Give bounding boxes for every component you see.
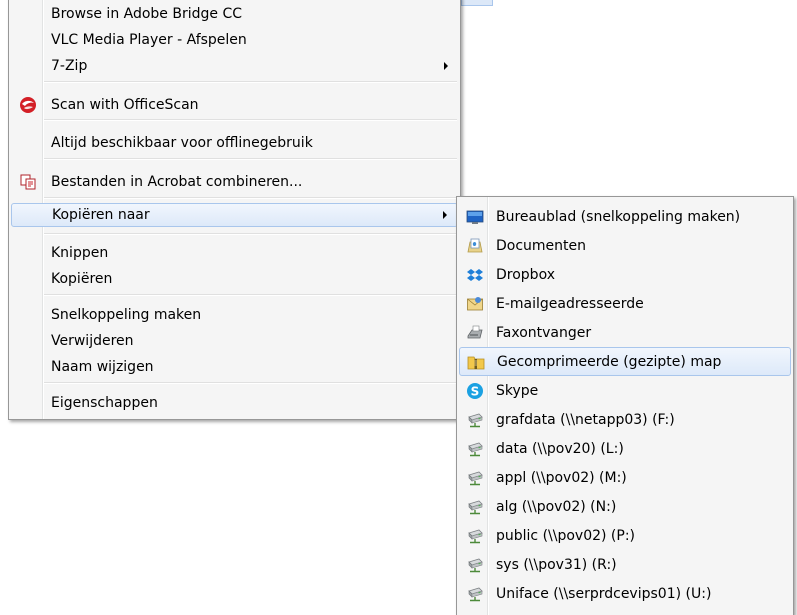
submenu-arrow-icon bbox=[443, 211, 447, 219]
submenu-arrow-icon bbox=[444, 61, 448, 70]
submenu-item-drive-r[interactable]: sys (\\pov31) (R:) bbox=[459, 550, 791, 579]
submenu-item-fax[interactable]: Faxontvanger bbox=[459, 318, 791, 347]
menu-separator bbox=[44, 158, 457, 160]
menu-item-delete[interactable]: Verwijderen bbox=[11, 329, 458, 352]
menu-item-label: Naam wijzigen bbox=[51, 358, 154, 375]
menu-item-label: Browse in Adobe Bridge CC bbox=[51, 5, 243, 22]
svg-text:S: S bbox=[471, 384, 480, 398]
network-drive-icon bbox=[466, 527, 484, 545]
submenu-item-zip-folder[interactable]: Gecomprimeerde (gezipte) map bbox=[459, 347, 791, 376]
fax-icon bbox=[466, 324, 484, 342]
network-drive-icon bbox=[466, 469, 484, 487]
submenu-item-label: E-mailgeadresseerde bbox=[496, 295, 644, 312]
skype-icon: S bbox=[466, 382, 484, 400]
menu-item-offline-availability[interactable]: Altijd beschikbaar voor offlinegebruik bbox=[11, 131, 458, 154]
menu-item-label: Eigenschappen bbox=[51, 394, 158, 411]
acrobat-combine-icon bbox=[19, 173, 37, 191]
submenu-item-drive-l[interactable]: data (\\pov20) (L:) bbox=[459, 434, 791, 463]
submenu-item-label: Gecomprimeerde (gezipte) map bbox=[497, 353, 722, 370]
context-menu: Browse in Adobe Bridge CC VLC Media Play… bbox=[8, 0, 461, 420]
submenu-item-drive-m[interactable]: appl (\\pov02) (M:) bbox=[459, 463, 791, 492]
submenu-item-drive-p[interactable]: public (\\pov02) (P:) bbox=[459, 521, 791, 550]
submenu-item-label: Uniface (\\serprdcevips01) (U:) bbox=[496, 585, 712, 602]
submenu-item-label: grafdata (\\netapp03) (F:) bbox=[496, 411, 675, 428]
officescan-icon bbox=[19, 96, 37, 114]
copy-to-submenu: Bureaublad (snelkoppeling maken) Documen… bbox=[456, 196, 794, 615]
desktop-icon bbox=[466, 208, 484, 226]
menu-item-browse-adobe-bridge[interactable]: Browse in Adobe Bridge CC bbox=[11, 2, 458, 25]
submenu-item-label: Bureaublad (snelkoppeling maken) bbox=[496, 208, 741, 225]
submenu-item-label: Documenten bbox=[496, 237, 587, 254]
submenu-item-skype[interactable]: S Skype bbox=[459, 376, 791, 405]
menu-item-label: VLC Media Player - Afspelen bbox=[51, 31, 247, 48]
network-drive-icon bbox=[466, 498, 484, 516]
submenu-item-label: Skype bbox=[496, 382, 539, 399]
menu-item-label: Kopiëren naar bbox=[52, 207, 150, 223]
menu-separator bbox=[44, 382, 457, 384]
menu-separator bbox=[44, 294, 457, 296]
menu-item-acrobat-combine[interactable]: Bestanden in Acrobat combineren... bbox=[11, 170, 458, 193]
menu-item-label: Bestanden in Acrobat combineren... bbox=[51, 173, 303, 190]
submenu-item-drive-u[interactable]: Uniface (\\serprdcevips01) (U:) bbox=[459, 579, 791, 608]
menu-item-cut[interactable]: Knippen bbox=[11, 241, 458, 264]
menu-item-copy[interactable]: Kopiëren bbox=[11, 267, 458, 290]
submenu-item-label: appl (\\pov02) (M:) bbox=[496, 469, 627, 486]
menu-item-label: Knippen bbox=[51, 244, 109, 261]
network-drive-icon bbox=[466, 556, 484, 574]
network-drive-icon bbox=[466, 411, 484, 429]
submenu-item-label: alg (\\pov02) (N:) bbox=[496, 498, 617, 515]
menu-item-vlc-play[interactable]: VLC Media Player - Afspelen bbox=[11, 28, 458, 51]
menu-separator bbox=[44, 81, 457, 83]
network-drive-icon bbox=[466, 585, 484, 603]
menu-item-label: 7-Zip bbox=[51, 57, 88, 74]
submenu-item-label: sys (\\pov31) (R:) bbox=[496, 556, 617, 573]
submenu-item-documents[interactable]: Documenten bbox=[459, 231, 791, 260]
submenu-item-dropbox[interactable]: Dropbox bbox=[459, 260, 791, 289]
network-drive-icon bbox=[466, 440, 484, 458]
menu-item-create-shortcut[interactable]: Snelkoppeling maken bbox=[11, 303, 458, 326]
menu-item-scan-officescan[interactable]: Scan with OfficeScan bbox=[11, 93, 458, 116]
documents-icon bbox=[466, 237, 484, 255]
screen: Browse in Adobe Bridge CC VLC Media Play… bbox=[0, 0, 797, 615]
zip-folder-icon bbox=[467, 353, 485, 371]
menu-separator bbox=[44, 197, 457, 199]
menu-item-copy-to[interactable]: Kopiëren naar bbox=[11, 203, 458, 227]
mail-recipient-icon bbox=[466, 295, 484, 313]
menu-item-label: Kopiëren bbox=[51, 270, 113, 287]
submenu-item-label: Faxontvanger bbox=[496, 324, 592, 341]
selected-file-highlight bbox=[461, 0, 493, 6]
menu-item-7zip[interactable]: 7-Zip bbox=[11, 54, 458, 77]
submenu-item-label: data (\\pov20) (L:) bbox=[496, 440, 624, 457]
submenu-item-drive-n[interactable]: alg (\\pov02) (N:) bbox=[459, 492, 791, 521]
menu-item-label: Snelkoppeling maken bbox=[51, 306, 202, 323]
menu-separator bbox=[44, 233, 457, 235]
submenu-item-mail-recipient[interactable]: E-mailgeadresseerde bbox=[459, 289, 791, 318]
menu-item-label: Scan with OfficeScan bbox=[51, 96, 199, 113]
menu-item-label: Verwijderen bbox=[51, 332, 134, 349]
menu-item-properties[interactable]: Eigenschappen bbox=[11, 391, 458, 414]
submenu-item-label: Dropbox bbox=[496, 266, 555, 283]
submenu-item-desktop[interactable]: Bureaublad (snelkoppeling maken) bbox=[459, 202, 791, 231]
submenu-item-label: public (\\pov02) (P:) bbox=[496, 527, 636, 544]
menu-item-rename[interactable]: Naam wijzigen bbox=[11, 355, 458, 378]
dropbox-icon bbox=[466, 266, 484, 284]
menu-separator bbox=[44, 119, 457, 121]
menu-item-label: Altijd beschikbaar voor offlinegebruik bbox=[51, 134, 313, 151]
submenu-item-drive-f[interactable]: grafdata (\\netapp03) (F:) bbox=[459, 405, 791, 434]
